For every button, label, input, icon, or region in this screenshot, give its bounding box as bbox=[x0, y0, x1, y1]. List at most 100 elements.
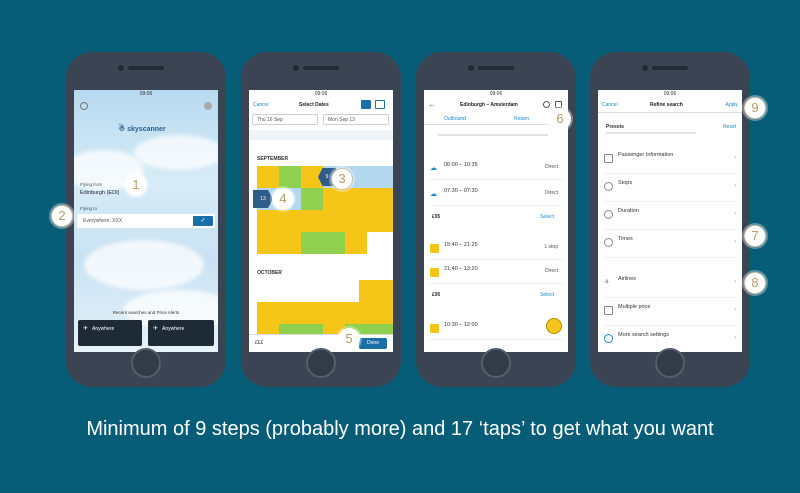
calendar-week[interactable] bbox=[257, 210, 393, 232]
refine-item-stops[interactable]: Stops › bbox=[604, 176, 736, 202]
step-badge-7: 7 bbox=[744, 225, 766, 247]
reset-link[interactable]: Reset bbox=[723, 124, 736, 130]
recent-searches-label: Recent searches and Price Alerts bbox=[112, 310, 180, 315]
passenger-icon bbox=[604, 154, 613, 163]
recent-card-2[interactable]: Anywhere ✈ bbox=[148, 320, 214, 346]
flight-row[interactable]: ☁ 06:00 – 10:35 Direct bbox=[430, 158, 562, 180]
search-button[interactable]: ✓ bbox=[193, 216, 213, 226]
page-title: Select Dates bbox=[299, 102, 329, 108]
airline-logo-icon bbox=[430, 244, 439, 253]
recent-card-1[interactable]: Anywhere ✈ bbox=[78, 320, 142, 346]
refine-item-duration[interactable]: Duration › bbox=[604, 204, 736, 230]
select-link[interactable]: Select bbox=[540, 292, 554, 298]
calendar-week[interactable] bbox=[257, 302, 393, 324]
flight-row[interactable]: ☁ 07:30 – 07:30 Direct bbox=[430, 184, 562, 206]
calendar-day[interactable] bbox=[257, 166, 279, 188]
chevron-right-icon: › bbox=[734, 155, 736, 161]
calendar-view-icon[interactable] bbox=[361, 100, 371, 109]
status-time: 09:06 bbox=[314, 91, 328, 97]
tab-return[interactable]: Return bbox=[514, 116, 529, 122]
settings-icon bbox=[604, 334, 613, 343]
flight-row[interactable]: 10:30 – 12:00 bbox=[430, 318, 562, 340]
profile-icon[interactable] bbox=[204, 102, 212, 110]
refine-item-passengers[interactable]: Passenger Information › bbox=[604, 148, 736, 174]
status-time: 09:06 bbox=[139, 91, 153, 97]
refine-item-times[interactable]: Times › bbox=[604, 232, 736, 258]
cloud-icon: ☁ bbox=[430, 191, 437, 198]
plane-icon: ✈ bbox=[153, 326, 159, 332]
cancel-link[interactable]: Cancel bbox=[602, 102, 618, 108]
chevron-right-icon: › bbox=[734, 335, 736, 341]
calendar-day[interactable] bbox=[345, 232, 367, 254]
section-price: £95 bbox=[432, 292, 441, 298]
flight-row[interactable]: 15:40 – 21:25 1 stop bbox=[430, 238, 562, 260]
airline-logo-icon bbox=[430, 268, 439, 277]
calendar-day[interactable] bbox=[257, 232, 301, 254]
status-time: 09:06 bbox=[663, 91, 677, 97]
chevron-right-icon: › bbox=[734, 239, 736, 245]
select-link[interactable]: Select bbox=[540, 214, 554, 220]
depart-date-field[interactable]: Thu 16 Sep bbox=[252, 114, 318, 125]
done-button[interactable]: Done bbox=[359, 338, 387, 349]
page-title: Edinburgh – Amsterdam bbox=[460, 102, 518, 108]
skyscanner-logo: ☃ skyscanner bbox=[118, 124, 166, 133]
step-badge-9: 9 bbox=[744, 97, 766, 119]
return-date-field[interactable]: Mon Sep 13 bbox=[323, 114, 389, 125]
calendar-day[interactable] bbox=[279, 166, 301, 188]
apply-button[interactable]: Apply bbox=[725, 102, 738, 108]
home-screen: 09:06 ☃ skyscanner Flying from Edinburgh… bbox=[74, 90, 218, 352]
step-badge-2: 2 bbox=[51, 205, 73, 227]
chevron-right-icon: › bbox=[734, 211, 736, 217]
month-label: OCTOBER bbox=[257, 270, 282, 276]
phone-select-dates: 09:06 Cancel Select Dates Thu 16 Sep Mon… bbox=[241, 52, 401, 387]
refine-item-multiple-price[interactable]: Multiple price › bbox=[604, 300, 736, 326]
calendar-day[interactable] bbox=[301, 188, 323, 210]
calendar-day[interactable] bbox=[301, 232, 345, 254]
status-time: 09:06 bbox=[489, 91, 503, 97]
phone-refine-search: 09:06 Cancel Refine search Apply Presets… bbox=[590, 52, 750, 387]
from-value[interactable]: Edinburgh (EDI) bbox=[80, 190, 119, 196]
calendar-day[interactable] bbox=[323, 188, 393, 210]
tab-outbound[interactable]: Outbound bbox=[444, 116, 466, 122]
home-button bbox=[306, 348, 336, 378]
home-button bbox=[481, 348, 511, 378]
plane-icon: ✈ bbox=[604, 279, 610, 286]
step-badge-4: 4 bbox=[272, 188, 294, 210]
destination-input[interactable]: Everywhere, XXX ✓ bbox=[77, 214, 215, 228]
flight-results-screen: 09:06 ← Edinburgh – Amsterdam Outbound R… bbox=[424, 90, 568, 352]
caption: Minimum of 9 steps (probably more) and 1… bbox=[86, 418, 714, 440]
share-icon[interactable] bbox=[555, 101, 562, 108]
phone-flight-results: 09:06 ← Edinburgh – Amsterdam Outbound R… bbox=[416, 52, 576, 387]
chevron-right-icon: › bbox=[734, 279, 736, 285]
weekday-header bbox=[249, 130, 393, 140]
chart-view-icon[interactable] bbox=[375, 100, 385, 109]
globe-icon[interactable] bbox=[80, 102, 88, 110]
select-dates-screen: 09:06 Cancel Select Dates Thu 16 Sep Mon… bbox=[249, 90, 393, 352]
step-badge-1: 1 bbox=[125, 174, 147, 196]
duration-icon bbox=[604, 210, 613, 219]
calendar-day[interactable] bbox=[359, 280, 393, 302]
page-title: Refine search bbox=[650, 102, 683, 108]
refine-item-more-settings[interactable]: More search settings › bbox=[604, 328, 736, 350]
chevron-right-icon: › bbox=[734, 307, 736, 313]
refine-search-screen: 09:06 Cancel Refine search Apply Presets… bbox=[598, 90, 742, 352]
stops-icon bbox=[604, 182, 613, 191]
step-badge-3: 3 bbox=[331, 168, 353, 190]
step-badge-8: 8 bbox=[744, 272, 766, 294]
chevron-right-icon: › bbox=[734, 183, 736, 189]
bell-icon[interactable] bbox=[543, 101, 550, 108]
cancel-link[interactable]: Cancel bbox=[253, 102, 269, 108]
to-label: Flying to bbox=[80, 206, 98, 211]
plane-icon: ✈ bbox=[83, 326, 89, 332]
flight-row[interactable]: 21:40 – 13:20 Direct bbox=[430, 262, 562, 284]
refine-item-airlines[interactable]: ✈ Airlines › bbox=[604, 272, 736, 298]
airline-logo-icon bbox=[430, 324, 439, 333]
step-badge-6: 6 bbox=[549, 108, 571, 130]
back-arrow-icon[interactable]: ← bbox=[428, 100, 436, 109]
smiley-icon[interactable] bbox=[546, 318, 562, 334]
home-button bbox=[655, 348, 685, 378]
section-price: £95 bbox=[432, 214, 441, 220]
cloud-icon: ☁ bbox=[430, 165, 437, 172]
clock-icon bbox=[604, 238, 613, 247]
phone-home-screen: 09:06 ☃ skyscanner Flying from Edinburgh… bbox=[66, 52, 226, 387]
